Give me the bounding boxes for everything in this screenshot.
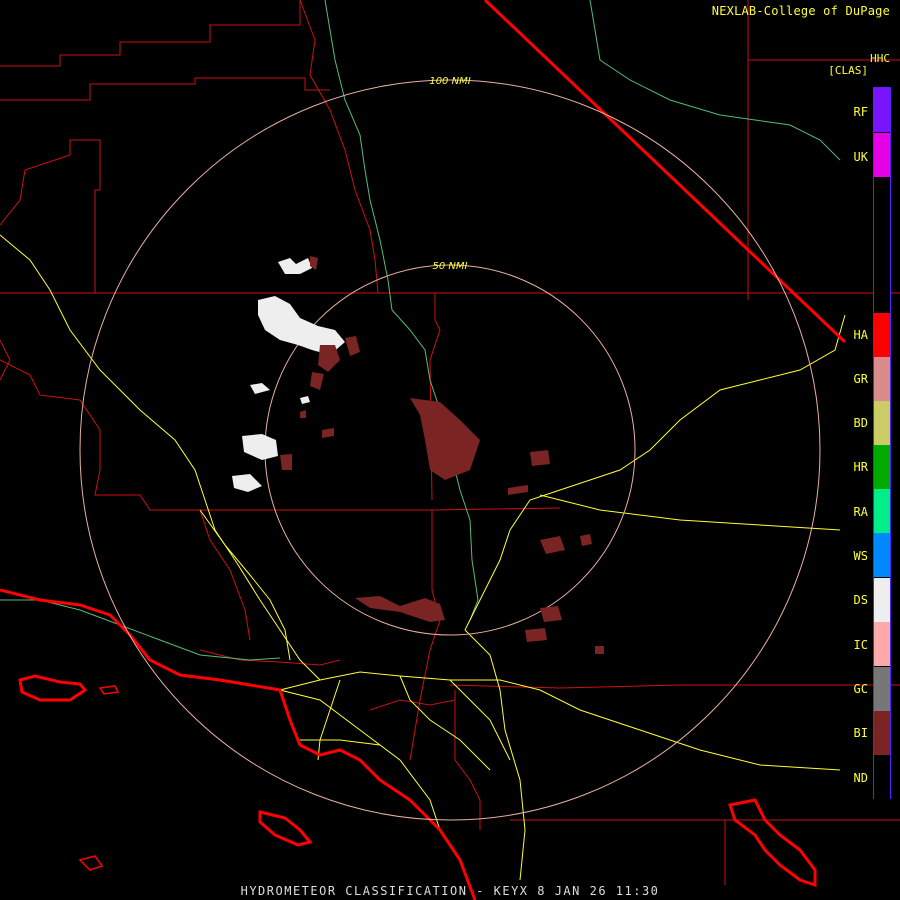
legend-label-gc: GC bbox=[853, 682, 868, 696]
state-boundary bbox=[483, 0, 847, 344]
units-label: [CLAS] bbox=[828, 64, 868, 77]
legend-swatch-ws bbox=[874, 533, 890, 577]
legend-swatch-hr bbox=[874, 445, 890, 489]
legend-label-bi: BI bbox=[853, 726, 868, 740]
rivers bbox=[0, 0, 841, 661]
legend-swatch-bi bbox=[874, 711, 890, 755]
legend-swatch-ra bbox=[874, 489, 890, 533]
legend-label-ic: IC bbox=[853, 638, 868, 652]
legend-swatch-uk bbox=[874, 133, 890, 177]
legend-label-uk: UK bbox=[853, 150, 868, 164]
legend-label-rf: RF bbox=[853, 105, 868, 119]
legend-swatch-nd bbox=[874, 756, 890, 800]
legend-colorbar bbox=[873, 87, 891, 800]
echo-biological bbox=[280, 256, 604, 654]
legend-swatch-ic bbox=[874, 622, 890, 666]
legend-label-nd: ND bbox=[853, 771, 868, 785]
legend-label-hr: HR bbox=[853, 460, 868, 474]
radar-map: 100 NMI 50 NMI bbox=[0, 0, 900, 900]
legend-label-ds: DS bbox=[853, 593, 868, 607]
legend-label-gr: GR bbox=[853, 372, 868, 386]
legend-swatch-rf bbox=[874, 88, 890, 132]
credit-label: NEXLAB-College of DuPage bbox=[711, 4, 890, 18]
legend-swatch-gr bbox=[874, 357, 890, 401]
legend-swatch-gc bbox=[874, 667, 890, 711]
ring-label-100: 100 NMI bbox=[429, 76, 470, 87]
legend-label-ha: HA bbox=[853, 328, 868, 342]
product-title: HYDROMETEOR CLASSIFICATION - KEYX 8 JAN … bbox=[240, 884, 660, 898]
legend-label-bd: BD bbox=[853, 416, 868, 430]
ring-label-50: 50 NMI bbox=[433, 261, 468, 272]
radar-display: 100 NMI 50 NMI NEXLAB-College of DuPage … bbox=[0, 0, 900, 900]
coastline bbox=[0, 588, 817, 900]
roads bbox=[0, 234, 846, 881]
legend-swatch-ha bbox=[874, 313, 890, 357]
legend-swatch-ds bbox=[874, 578, 890, 622]
legend-swatch-bd bbox=[874, 401, 890, 445]
legend-label-ra: RA bbox=[853, 505, 868, 519]
legend-label-ws: WS bbox=[853, 549, 868, 563]
product-code-label: HHC bbox=[870, 52, 890, 65]
